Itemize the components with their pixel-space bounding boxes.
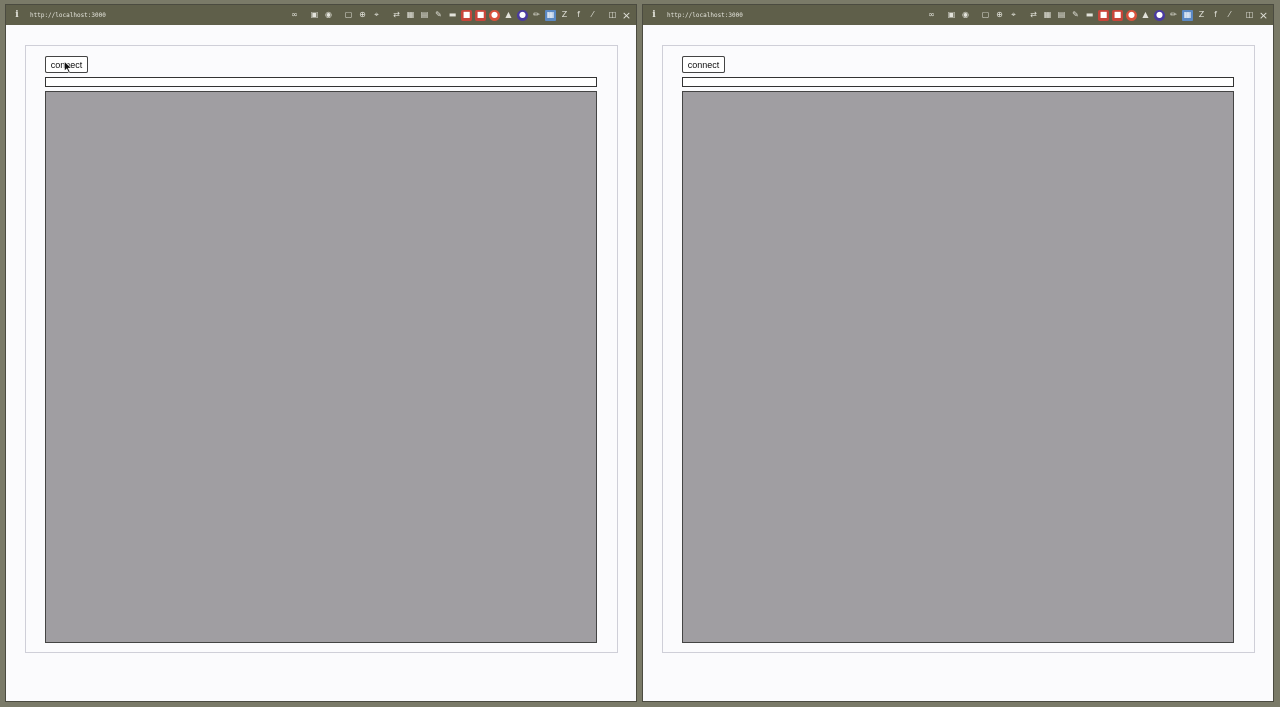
link-icon[interactable]: ∞ bbox=[289, 10, 300, 21]
screenshot-icon[interactable]: ▣ bbox=[946, 10, 957, 21]
blue-extension-icon[interactable]: ▦ bbox=[1182, 9, 1193, 21]
info-icon[interactable]: i bbox=[649, 10, 659, 20]
red-square-icon[interactable]: ■ bbox=[475, 9, 486, 21]
split-view-icon[interactable]: ◫ bbox=[607, 10, 618, 21]
screenshot-icon[interactable]: ▣ bbox=[309, 10, 320, 21]
pin-icon[interactable]: ⁄ bbox=[1224, 10, 1235, 21]
panel-icon[interactable]: ▬ bbox=[1084, 10, 1095, 21]
red-square-icon[interactable]: ■ bbox=[1112, 9, 1123, 21]
close-icon[interactable]: × bbox=[1258, 10, 1269, 21]
browser-window-left: i http://localhost:3000 ∞ ▣ ◉ ▢ ⊕ ⌖ ⇄ ▦ … bbox=[5, 4, 637, 702]
eyedropper-icon[interactable]: ✏ bbox=[531, 10, 542, 21]
font-icon[interactable]: f bbox=[573, 10, 584, 21]
text-input-field[interactable] bbox=[45, 77, 597, 87]
triangle-icon[interactable]: ▲ bbox=[1140, 10, 1151, 21]
url-text[interactable]: http://localhost:3000 bbox=[30, 12, 106, 19]
page-container: connect bbox=[662, 45, 1255, 653]
globe-icon[interactable]: ⊕ bbox=[994, 10, 1005, 21]
window-icon[interactable]: ▢ bbox=[343, 10, 354, 21]
purple-circle-icon[interactable]: ● bbox=[1154, 9, 1165, 21]
url-text[interactable]: http://localhost:3000 bbox=[667, 12, 743, 19]
red-extension-icon[interactable]: ■ bbox=[461, 9, 472, 21]
pen-icon[interactable]: ✎ bbox=[433, 10, 444, 21]
red-extension-icon[interactable]: ■ bbox=[1098, 9, 1109, 21]
triangle-icon[interactable]: ▲ bbox=[503, 10, 514, 21]
purple-circle-icon[interactable]: ● bbox=[517, 9, 528, 21]
connect-button[interactable]: connect bbox=[45, 56, 88, 73]
browser-titlebar: i http://localhost:3000 ∞ ▣ ◉ ▢ ⊕ ⌖ ⇄ ▦ … bbox=[643, 5, 1273, 25]
pen-icon[interactable]: ✎ bbox=[1070, 10, 1081, 21]
info-icon[interactable]: i bbox=[12, 10, 22, 20]
crosshair-icon[interactable]: ⌖ bbox=[371, 10, 382, 21]
close-icon[interactable]: × bbox=[621, 10, 632, 21]
font-icon[interactable]: f bbox=[1210, 10, 1221, 21]
zotero-icon[interactable]: Z bbox=[1196, 10, 1207, 21]
red-circle-icon[interactable]: ● bbox=[489, 9, 500, 21]
code-icon[interactable]: ⇄ bbox=[1028, 10, 1039, 21]
page-container: connect bbox=[25, 45, 618, 653]
link-icon[interactable]: ∞ bbox=[926, 10, 937, 21]
pin-icon[interactable]: ⁄ bbox=[587, 10, 598, 21]
browser-toolbar: ∞ ▣ ◉ ▢ ⊕ ⌖ ⇄ ▦ ▤ ✎ ▬ ■ ■ ● ▲ ● ✏ ▦ Z f … bbox=[289, 8, 632, 22]
zotero-icon[interactable]: Z bbox=[559, 10, 570, 21]
form-icon[interactable]: ▤ bbox=[1056, 10, 1067, 21]
browser-titlebar: i http://localhost:3000 ∞ ▣ ◉ ▢ ⊕ ⌖ ⇄ ▦ … bbox=[6, 5, 636, 25]
globe-icon[interactable]: ⊕ bbox=[357, 10, 368, 21]
connect-button[interactable]: connect bbox=[682, 56, 725, 73]
code-icon[interactable]: ⇄ bbox=[391, 10, 402, 21]
camera-icon[interactable]: ◉ bbox=[323, 10, 334, 21]
text-input-field[interactable] bbox=[682, 77, 1234, 87]
crosshair-icon[interactable]: ⌖ bbox=[1008, 10, 1019, 21]
camera-icon[interactable]: ◉ bbox=[960, 10, 971, 21]
window-icon[interactable]: ▢ bbox=[980, 10, 991, 21]
red-circle-icon[interactable]: ● bbox=[1126, 9, 1137, 21]
split-view-icon[interactable]: ◫ bbox=[1244, 10, 1255, 21]
panel-icon[interactable]: ▬ bbox=[447, 10, 458, 21]
eyedropper-icon[interactable]: ✏ bbox=[1168, 10, 1179, 21]
form-icon[interactable]: ▤ bbox=[419, 10, 430, 21]
browser-toolbar: ∞ ▣ ◉ ▢ ⊕ ⌖ ⇄ ▦ ▤ ✎ ▬ ■ ■ ● ▲ ● ✏ ▦ Z f … bbox=[926, 8, 1269, 22]
blue-extension-icon[interactable]: ▦ bbox=[545, 9, 556, 21]
canvas-area[interactable] bbox=[45, 91, 597, 643]
browser-window-right: i http://localhost:3000 ∞ ▣ ◉ ▢ ⊕ ⌖ ⇄ ▦ … bbox=[642, 4, 1274, 702]
extension-icon[interactable]: ▦ bbox=[1042, 10, 1053, 21]
canvas-area[interactable] bbox=[682, 91, 1234, 643]
extension-icon[interactable]: ▦ bbox=[405, 10, 416, 21]
